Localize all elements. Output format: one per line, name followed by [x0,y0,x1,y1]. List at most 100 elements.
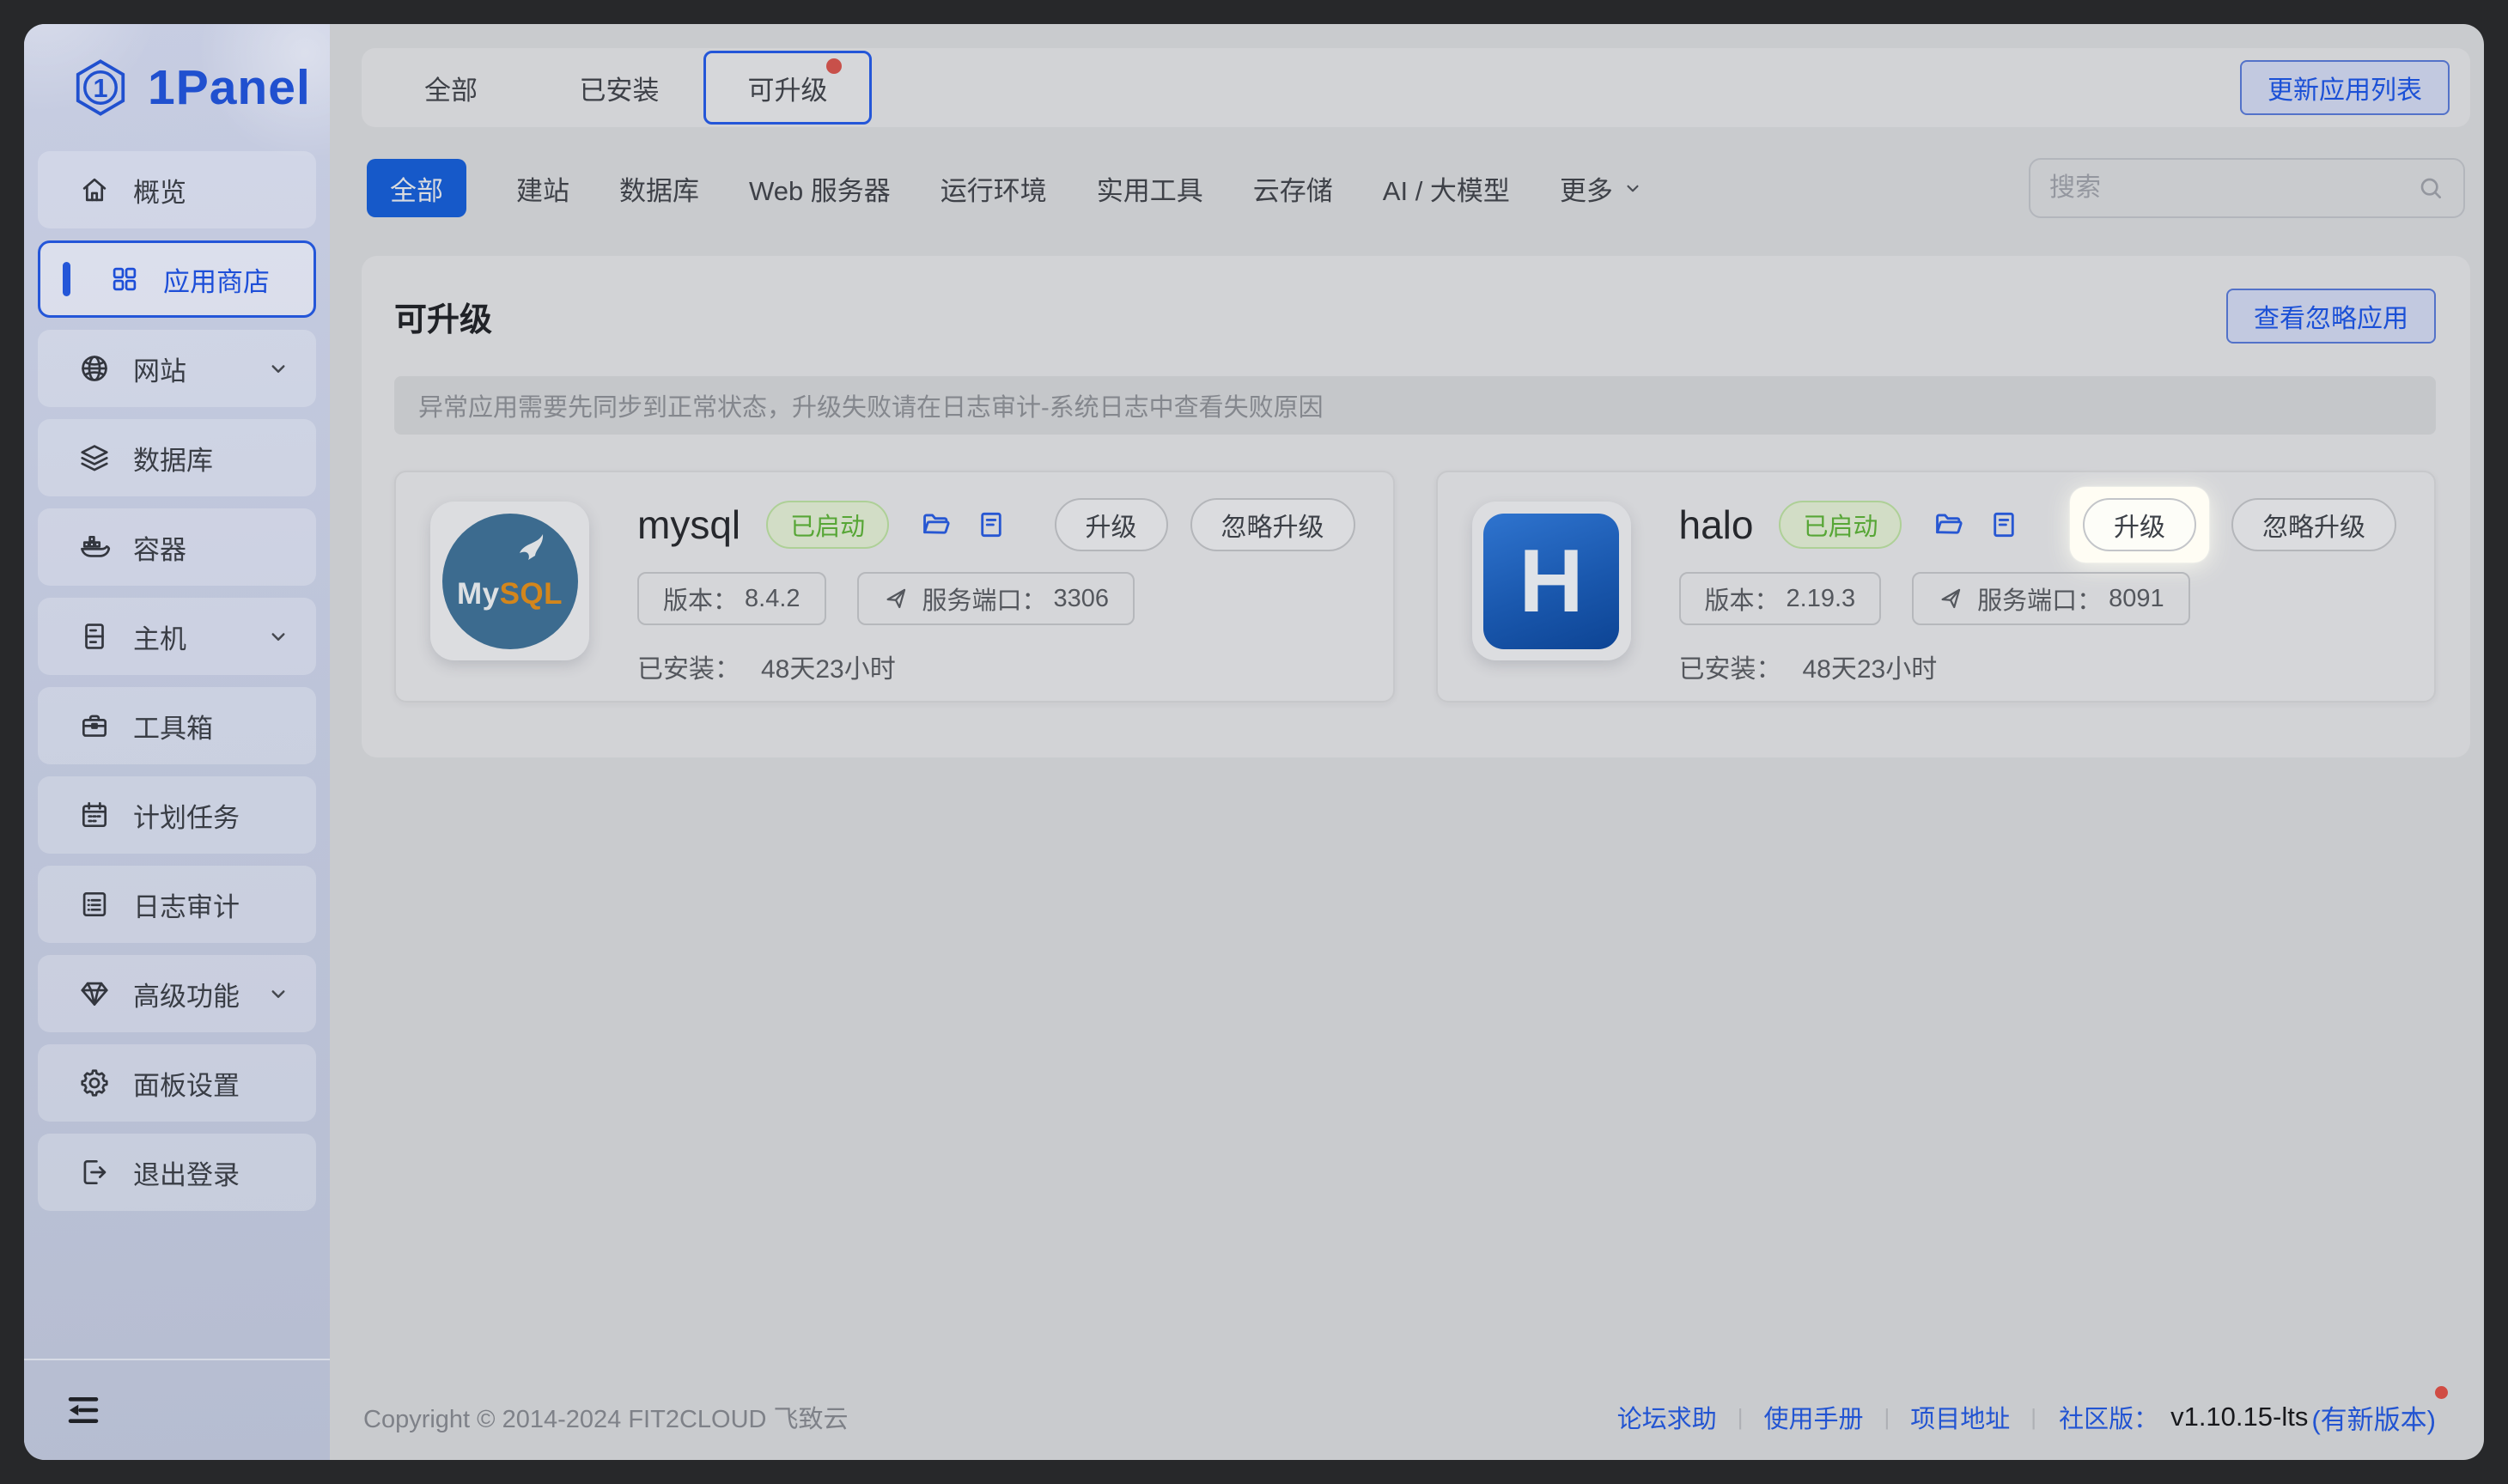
app-card-halo: H halo 已启动 升级 [1436,471,2437,702]
logo: 1 1Panel [24,24,330,151]
sidebar-item-label: 日志审计 [133,885,240,924]
footer-link-project[interactable]: 项目地址 [1890,1399,2030,1435]
mysql-dolphin-glyph [502,531,556,579]
ignore-upgrade-button[interactable]: 忽略升级 [2231,498,2396,551]
audit-log-icon [78,888,111,921]
chevron-down-icon [1622,177,1644,199]
app-store-icon [108,263,141,295]
view-ignored-apps-button[interactable]: 查看忽略应用 [2226,289,2436,344]
category-database[interactable]: 数据库 [619,169,699,208]
sidebar-item-settings[interactable]: 面板设置 [38,1044,316,1122]
search-icon[interactable] [2417,174,2444,202]
layers-icon [78,441,111,474]
app-card-list: MySQL mysql 已启动 升级 忽略升级 [394,471,2436,702]
installed-duration: 48天23小时 [1803,648,1938,685]
open-folder-icon[interactable] [1933,508,1965,541]
sidebar-item-label: 容器 [133,528,186,567]
app-name: mysql [637,502,740,548]
port-tag[interactable]: 服务端口：3306 [857,572,1135,625]
sidebar-footer [24,1359,330,1460]
footer-link-manual[interactable]: 使用手册 [1744,1399,1884,1435]
tour-highlight-box: 升级 [2070,487,2209,563]
home-icon [78,173,111,206]
category-runtime[interactable]: 运行环境 [940,169,1047,208]
server-icon [78,620,111,653]
app-window: 1 1Panel 概览 应用商店 网站 [24,24,2484,1460]
tab-installed[interactable]: 已安装 [535,51,703,125]
mysql-app-icon: MySQL [430,502,589,660]
upgrade-button[interactable]: 升级 [1055,498,1168,551]
version-text: v1.10.15-lts [2170,1402,2308,1432]
collapse-sidebar-icon[interactable] [64,1390,103,1430]
sidebar-item-toolbox[interactable]: 工具箱 [38,687,316,764]
gear-icon [78,1067,111,1099]
page-footer: Copyright © 2014-2024 FIT2CLOUD 飞致云 论坛求助… [362,1379,2470,1460]
docker-whale-icon [78,531,111,563]
open-folder-icon[interactable] [920,508,953,541]
ignore-upgrade-button[interactable]: 忽略升级 [1190,498,1355,551]
app-log-icon[interactable] [975,508,1007,541]
tab-upgradable[interactable]: 可升级 [703,51,872,125]
sidebar-item-label: 概览 [133,171,186,210]
port-send-icon [1938,586,1963,611]
sidebar-item-container[interactable]: 容器 [38,508,316,586]
sidebar-item-label: 面板设置 [133,1064,240,1103]
new-version-dot [2435,1386,2448,1399]
footer-link-forum[interactable]: 论坛求助 [1597,1399,1738,1435]
app-name: halo [1679,502,1754,548]
sidebar-item-label: 退出登录 [133,1153,240,1192]
category-web-server[interactable]: Web 服务器 [749,169,891,208]
category-cloud-storage[interactable]: 云存储 [1253,169,1333,208]
search-box [2029,158,2465,218]
sidebar-menu: 概览 应用商店 网站 数据库 容器 [24,151,330,1359]
status-badge: 已启动 [1779,501,1902,549]
update-app-list-button[interactable]: 更新应用列表 [2240,60,2450,115]
chevron-down-icon [265,981,291,1007]
sidebar-item-app-store[interactable]: 应用商店 [38,240,316,318]
sidebar-item-host[interactable]: 主机 [38,598,316,675]
panel-title: 可升级 [394,293,492,340]
search-input[interactable] [2049,173,2417,203]
category-all[interactable]: 全部 [367,159,466,217]
port-send-icon [883,586,909,611]
logout-icon [78,1156,111,1189]
footer-links: 论坛求助 | 使用手册 | 项目地址 | 社区版： v1.10.15-lts (… [1597,1398,2436,1437]
upgrade-notice-banner: 异常应用需要先同步到正常状态，升级失败请在日志审计-系统日志中查看失败原因 [394,376,2436,435]
upgradable-panel: 可升级 查看忽略应用 异常应用需要先同步到正常状态，升级失败请在日志审计-系统日… [362,256,2470,757]
chevron-down-icon [265,356,291,381]
version-tag: 版本：8.4.2 [637,572,826,625]
sidebar-item-cronjob[interactable]: 计划任务 [38,776,316,854]
app-store-tab-bar: 全部 已安装 可升级 更新应用列表 [362,48,2470,127]
sidebar-item-website[interactable]: 网站 [38,330,316,407]
sidebar-item-logs[interactable]: 日志审计 [38,866,316,943]
upgrade-button-highlighted[interactable]: 升级 [2083,498,2196,551]
app-log-icon[interactable] [1988,508,2020,541]
logo-wordmark: 1Panel [148,59,311,116]
calendar-icon [78,799,111,831]
main-content: 全部 已安装 可升级 更新应用列表 全部 建站 数据库 Web 服务器 运行环境… [330,24,2484,1460]
category-ai[interactable]: AI / 大模型 [1383,169,1510,208]
category-website[interactable]: 建站 [516,169,569,208]
category-filter-row: 全部 建站 数据库 Web 服务器 运行环境 实用工具 云存储 AI / 大模型… [362,158,2470,218]
copyright-text: Copyright © 2014-2024 FIT2CLOUD 飞致云 [363,1399,849,1435]
sidebar-item-overview[interactable]: 概览 [38,151,316,228]
sidebar-item-label: 主机 [133,617,186,656]
briefcase-icon [78,709,111,742]
sidebar-item-advanced[interactable]: 高级功能 [38,955,316,1032]
sidebar-item-database[interactable]: 数据库 [38,419,316,496]
diamond-icon [78,977,111,1010]
sidebar-item-label: 工具箱 [133,707,213,745]
sidebar-item-label: 应用商店 [163,260,270,299]
category-more-dropdown[interactable]: 更多 [1560,169,1644,208]
port-tag[interactable]: 服务端口：8091 [1912,572,2190,625]
installed-label: 已安装： [637,648,740,685]
new-version-link[interactable]: (有新版本) [2311,1398,2436,1437]
halo-app-icon: H [1472,502,1631,660]
edition-label[interactable]: 社区版： [2036,1399,2164,1435]
category-tools[interactable]: 实用工具 [1097,169,1203,208]
tab-all-apps[interactable]: 全部 [367,51,535,125]
logo-hexagon-icon: 1 [70,58,131,118]
chevron-down-icon [265,623,291,649]
sidebar-item-logout[interactable]: 退出登录 [38,1134,316,1211]
screen-background: 1 1Panel 概览 应用商店 网站 [0,0,2508,1484]
